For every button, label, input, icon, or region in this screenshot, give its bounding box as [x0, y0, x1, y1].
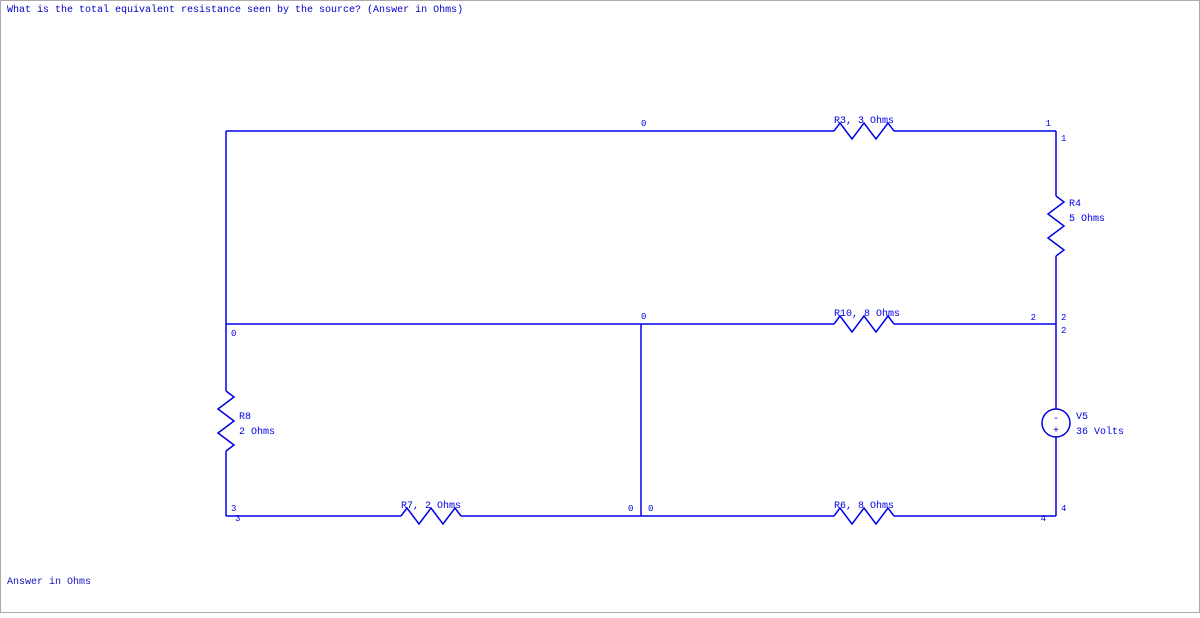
- r4-name: R4: [1069, 199, 1081, 210]
- node-0-top: 0: [641, 119, 646, 129]
- r6-name: R6: [834, 501, 846, 512]
- node-0-left: 0: [231, 329, 236, 339]
- node-0-bl: 0: [628, 504, 633, 514]
- r3-name: R3: [834, 116, 846, 127]
- v5-pos: +: [1053, 426, 1059, 437]
- svg-text:R3, 3 Ohms: R3, 3 Ohms: [834, 115, 894, 127]
- node-0-br: 0: [648, 504, 653, 514]
- r3-value: 3 Ohms: [858, 115, 894, 127]
- svg-text:R10, 8 Ohms: R10, 8 Ohms: [834, 308, 900, 320]
- node-2a: 2: [1031, 313, 1036, 323]
- v5-value: 36 Volts: [1076, 426, 1124, 438]
- r8-value: 2 Ohms: [239, 426, 275, 438]
- node-1a: 1: [1046, 119, 1051, 129]
- r4-value: 5 Ohms: [1069, 213, 1105, 225]
- r6-value: 8 Ohms: [858, 500, 894, 512]
- svg-text:R7, 2 Ohms: R7, 2 Ohms: [401, 500, 461, 512]
- v5-name: V5: [1076, 412, 1088, 423]
- node-2c: 2: [1061, 326, 1066, 336]
- r8-name: R8: [239, 412, 251, 423]
- node-0-midL: 0: [641, 312, 646, 322]
- node-2b: 2: [1061, 313, 1066, 323]
- svg-text:R6, 8 Ohms: R6, 8 Ohms: [834, 500, 894, 512]
- circuit-diagram: R3, 3 Ohms 0 1 1 R10, 8 Ohms 0 2 2 2 0 R…: [1, 1, 1200, 614]
- v5-neg: -: [1053, 414, 1059, 425]
- r7-value: 2 Ohms: [425, 500, 461, 512]
- node-3a: 3: [231, 504, 236, 514]
- r7-name: R7: [401, 501, 413, 512]
- r10-name: R10: [834, 309, 852, 320]
- node-1b: 1: [1061, 134, 1066, 144]
- r10-value: 8 Ohms: [864, 308, 900, 320]
- node-4a: 4: [1061, 504, 1066, 514]
